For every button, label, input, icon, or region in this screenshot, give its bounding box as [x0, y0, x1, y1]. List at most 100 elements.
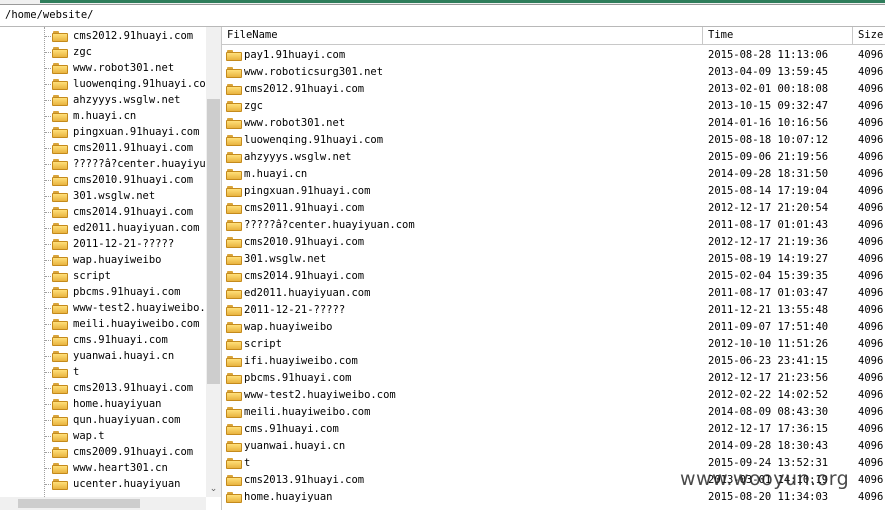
tree-item[interactable]: ed2011.huayiyuan.com	[52, 220, 206, 236]
folder-icon	[52, 287, 68, 298]
tree-item[interactable]: www-test2.huayiweibo.com	[52, 300, 206, 316]
path-bar	[0, 5, 885, 27]
tree-item[interactable]: cms.91huayi.com	[52, 332, 206, 348]
path-input[interactable]	[2, 7, 885, 23]
tree-item[interactable]: pingxuan.91huayi.com	[52, 124, 206, 140]
folder-icon	[226, 67, 242, 78]
folder-icon	[52, 255, 68, 266]
tree-item[interactable]: home.huayiyuan	[52, 396, 206, 412]
file-row[interactable]: m.huayi.cn 2014-09-28 18:31:50 4096	[222, 166, 885, 183]
tree-item-label: t	[73, 366, 80, 378]
tree-hscroll-thumb[interactable]	[18, 499, 140, 508]
file-name: www-test2.huayiweibo.com	[244, 389, 396, 401]
tree-item-label: m.huayi.cn	[73, 110, 137, 122]
folder-icon	[52, 79, 68, 90]
file-row[interactable]: pbcms.91huayi.com 2012-12-17 21:23:56 4096	[222, 370, 885, 387]
tree-item[interactable]: qun.huayiyuan.com	[52, 412, 206, 428]
file-name: www.robot301.net	[244, 117, 346, 129]
directory-tree: cms2012.91huayi.com zgc www.robot301.net lu…	[0, 27, 222, 510]
folder-icon	[52, 95, 68, 106]
file-row[interactable]: cms2014.91huayi.com 2015-02-04 15:39:35 40…	[222, 268, 885, 285]
tree-item[interactable]: ahzyyys.wsglw.net	[52, 92, 206, 108]
file-row[interactable]: script 2012-10-10 11:51:26 4096	[222, 336, 885, 353]
file-row[interactable]: ed2011.huayiyuan.com 2011-08-17 01:03:47 4…	[222, 285, 885, 302]
tree-item[interactable]: ?????â?center.huayiyuan.com	[52, 156, 206, 172]
file-row[interactable]: cms2012.91huayi.com 2013-02-01 00:18:08 40…	[222, 81, 885, 98]
file-row[interactable]: ahzyyys.wsglw.net 2015-09-06 21:19:56 4096	[222, 149, 885, 166]
file-name: t	[244, 457, 251, 469]
tree-item[interactable]: cms2011.91huayi.com	[52, 140, 206, 156]
file-row[interactable]: ?????â?center.huayiyuan.com 2011-08-17 01…	[222, 217, 885, 234]
tree-item[interactable]: luowenqing.91huayi.com	[52, 76, 206, 92]
tree-vertical-scrollbar[interactable]: ⌄	[206, 27, 221, 497]
file-name: zgc	[244, 100, 263, 112]
file-row[interactable]: yuanwai.huayi.cn 2014-09-28 18:30:43 4096	[222, 438, 885, 455]
file-row[interactable]: pay1.91huayi.com 2015-08-28 11:13:06 4096	[222, 47, 885, 64]
tree-item-label: cms.91huayi.com	[73, 334, 168, 346]
file-size: 4096	[858, 49, 884, 61]
tree-item[interactable]: 301.wsglw.net	[52, 188, 206, 204]
tree-scroll-thumb[interactable]	[207, 99, 220, 384]
tree-item[interactable]: t	[52, 364, 206, 380]
chevron-down-icon[interactable]: ⌄	[206, 482, 221, 497]
tree-item-label: ?????â?center.huayiyuan.com	[73, 158, 206, 170]
folder-icon	[226, 322, 242, 333]
file-row[interactable]: zgc 2013-10-15 09:32:47 4096	[222, 98, 885, 115]
file-row[interactable]: meili.huayiweibo.com 2014-08-09 08:43:30 4…	[222, 404, 885, 421]
tree-item[interactable]: pbcms.91huayi.com	[52, 284, 206, 300]
tree-item-label: 301.wsglw.net	[73, 190, 156, 202]
file-size: 4096	[858, 117, 884, 129]
folder-icon	[52, 319, 68, 330]
file-time: 2011-12-21 13:55:48	[708, 304, 829, 316]
tree-item[interactable]: wap.t	[52, 428, 206, 444]
column-header-time[interactable]: Time	[703, 27, 853, 44]
file-row[interactable]: pingxuan.91huayi.com 2015-08-14 17:19:04 4…	[222, 183, 885, 200]
file-row[interactable]: ifi.huayiweibo.com 2015-06-23 23:41:15 409…	[222, 353, 885, 370]
tree-item[interactable]: m.huayi.cn	[52, 108, 206, 124]
tree-item[interactable]: 2011-12-21-?????	[52, 236, 206, 252]
file-size: 4096	[858, 185, 884, 197]
file-size: 4096	[858, 423, 884, 435]
tree-item[interactable]: ucenter.huayiyuan	[52, 476, 206, 492]
tree-item[interactable]: www.robot301.net	[52, 60, 206, 76]
file-row[interactable]: www-test2.huayiweibo.com 2012-02-22 14:02…	[222, 387, 885, 404]
column-header-size[interactable]: Size	[853, 27, 885, 44]
tree-item-label: yuanwai.huayi.cn	[73, 350, 175, 362]
file-row[interactable]: cms.91huayi.com 2012-12-17 17:36:15 4096	[222, 421, 885, 438]
file-row[interactable]: cms2010.91huayi.com 2012-12-17 21:19:36 40…	[222, 234, 885, 251]
tree-item[interactable]: script	[52, 268, 206, 284]
folder-icon	[226, 118, 242, 129]
file-name: cms2013.91huayi.com	[244, 474, 365, 486]
file-name: m.huayi.cn	[244, 168, 308, 180]
file-name: cms2011.91huayi.com	[244, 202, 365, 214]
tree-item[interactable]: meili.huayiweibo.com	[52, 316, 206, 332]
tree-horizontal-scrollbar[interactable]	[0, 497, 206, 510]
tree-item[interactable]: cms2009.91huayi.com	[52, 444, 206, 460]
tree-connector-tick	[45, 164, 51, 165]
file-row[interactable]: 2011-12-21-????? 2011-12-21 13:55:48 4096	[222, 302, 885, 319]
tree-item[interactable]: zgc	[52, 44, 206, 60]
tree-item[interactable]: cms2012.91huayi.com	[52, 28, 206, 44]
folder-icon	[226, 101, 242, 112]
file-time: 2013-04-09 13:59:45	[708, 66, 829, 78]
tree-connector-tick	[45, 196, 51, 197]
tree-item[interactable]: www.heart301.cn	[52, 460, 206, 476]
tree-item[interactable]: cms2013.91huayi.com	[52, 380, 206, 396]
file-row[interactable]: home.huayiyuan 2015-08-20 11:34:03 4096	[222, 489, 885, 506]
file-row[interactable]: luowenqing.91huayi.com 2015-08-18 10:07:1…	[222, 132, 885, 149]
tree-item[interactable]: wap.huayiweibo	[52, 252, 206, 268]
file-row[interactable]: www.robot301.net 2014-01-16 10:16:56 4096	[222, 115, 885, 132]
file-size: 4096	[858, 202, 884, 214]
column-header-filename[interactable]: FileName	[222, 27, 703, 44]
folder-icon	[52, 127, 68, 138]
file-row[interactable]: 301.wsglw.net 2015-08-19 14:19:27 4096	[222, 251, 885, 268]
tree-item[interactable]: cms2014.91huayi.com	[52, 204, 206, 220]
file-size: 4096	[858, 372, 884, 384]
tree-item[interactable]: yuanwai.huayi.cn	[52, 348, 206, 364]
tree-item[interactable]: cms2010.91huayi.com	[52, 172, 206, 188]
file-row[interactable]: www.roboticsurg301.net 2013-04-09 13:59:4…	[222, 64, 885, 81]
folder-icon	[226, 390, 242, 401]
file-row[interactable]: wap.huayiweibo 2011-09-07 17:51:40 4096	[222, 319, 885, 336]
file-row[interactable]: cms2011.91huayi.com 2012-12-17 21:20:54 40…	[222, 200, 885, 217]
file-name: meili.huayiweibo.com	[244, 406, 371, 418]
